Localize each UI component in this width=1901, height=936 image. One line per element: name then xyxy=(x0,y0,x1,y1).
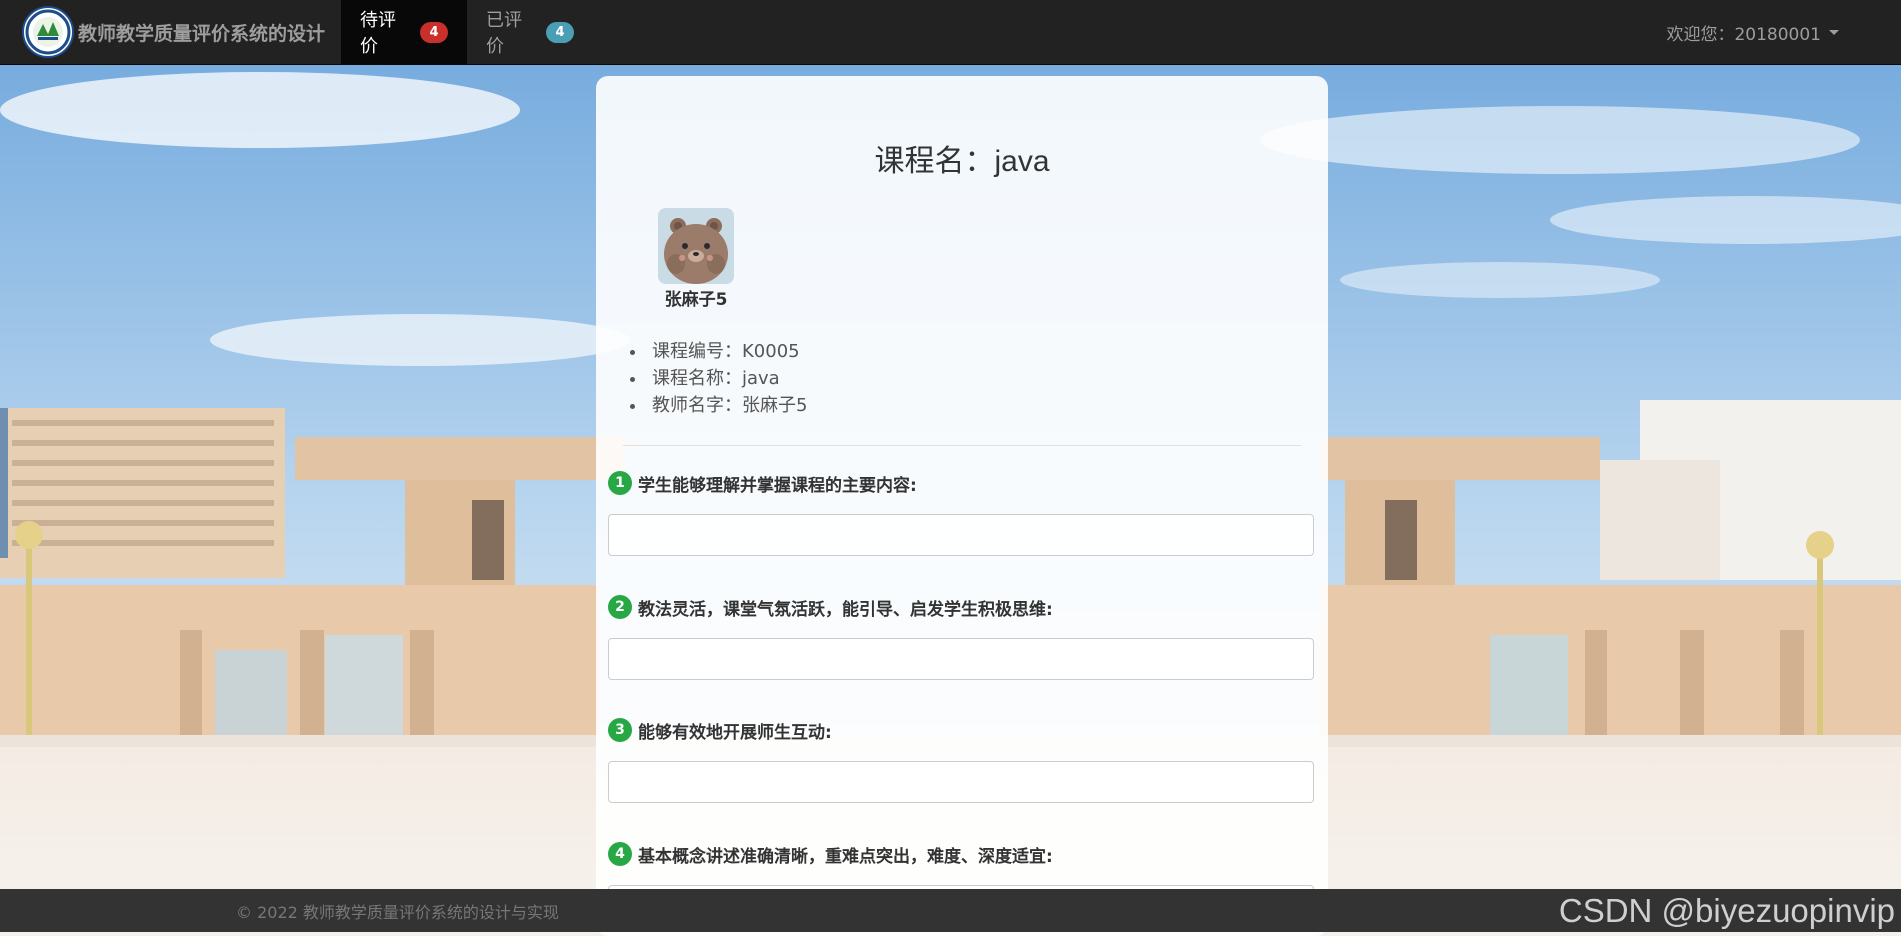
question-2-input[interactable] xyxy=(608,638,1314,680)
tab-evaluated-label: 已评价 xyxy=(486,10,522,57)
course-code: 课程编号：K0005 xyxy=(629,338,807,365)
question-3-text: 能够有效地开展师生互动: xyxy=(638,722,832,743)
question-number-badge: 3 xyxy=(608,718,632,742)
question-number-badge: 1 xyxy=(608,471,632,495)
watermark: CSDN @biyezuopinvip xyxy=(1558,891,1895,929)
question-3: 3 能够有效地开展师生互动: xyxy=(608,717,1318,803)
question-1-text: 学生能够理解并掌握课程的主要内容: xyxy=(638,475,917,496)
user-greeting: 欢迎您：20180001 xyxy=(1666,24,1821,45)
question-number-badge: 4 xyxy=(608,842,632,866)
tab-evaluated[interactable]: 已评价 4 xyxy=(467,0,593,64)
top-navbar: 教师教学质量评价系统的设计 待评价 4 已评价 4 欢迎您：20180001 xyxy=(0,0,1901,65)
teacher-name-info: 教师名字：张麻子5 xyxy=(629,392,807,419)
evaluated-count-badge: 4 xyxy=(546,21,574,43)
footer-copyright: © 2022 教师教学质量评价系统的设计与实现 xyxy=(236,902,559,922)
course-info-list: 课程编号：K0005 课程名称：java 教师名字：张麻子5 xyxy=(629,338,807,419)
question-2-text: 教法灵活，课堂气氛活跃，能引导、启发学生积极思维: xyxy=(638,599,1053,620)
page-footer: © 2022 教师教学质量评价系统的设计与实现 CSDN @biyezuopin… xyxy=(0,889,1901,932)
question-4-label: 4 基本概念讲述准确清晰，重难点突出，难度、深度适宜: xyxy=(608,841,1318,867)
course-name: 课程名称：java xyxy=(629,365,807,392)
question-1-label: 1 学生能够理解并掌握课程的主要内容: xyxy=(608,470,1318,496)
tab-pending[interactable]: 待评价 4 xyxy=(341,0,467,64)
pending-count-badge: 4 xyxy=(420,21,448,43)
question-3-input[interactable] xyxy=(608,761,1314,803)
tab-pending-label: 待评价 xyxy=(360,10,396,57)
school-emblem-icon xyxy=(22,6,74,58)
question-2: 2 教法灵活，课堂气氛活跃，能引导、启发学生积极思维: xyxy=(608,594,1318,680)
divider xyxy=(623,445,1301,446)
evaluation-panel: 课程名：java 张麻子5 课程编号：K0005 课程名称：java 教师名字：… xyxy=(596,76,1328,936)
user-dropdown[interactable]: 欢迎您：20180001 xyxy=(1666,0,1839,64)
question-number-badge: 2 xyxy=(608,595,632,619)
question-2-label: 2 教法灵活，课堂气氛活跃，能引导、启发学生积极思维: xyxy=(608,594,1318,620)
caret-down-icon xyxy=(1829,29,1839,35)
question-4-text: 基本概念讲述准确清晰，重难点突出，难度、深度适宜: xyxy=(638,846,1053,867)
teacher-name: 张麻子5 xyxy=(664,290,728,310)
teacher-avatar xyxy=(658,208,734,284)
brand-title: 教师教学质量评价系统的设计 xyxy=(78,22,326,45)
question-3-label: 3 能够有效地开展师生互动: xyxy=(608,717,1318,743)
question-1-input[interactable] xyxy=(608,514,1314,556)
question-1: 1 学生能够理解并掌握课程的主要内容: xyxy=(608,470,1318,556)
brand[interactable]: 教师教学质量评价系统的设计 xyxy=(22,6,325,58)
course-title: 课程名：java xyxy=(874,145,1050,178)
